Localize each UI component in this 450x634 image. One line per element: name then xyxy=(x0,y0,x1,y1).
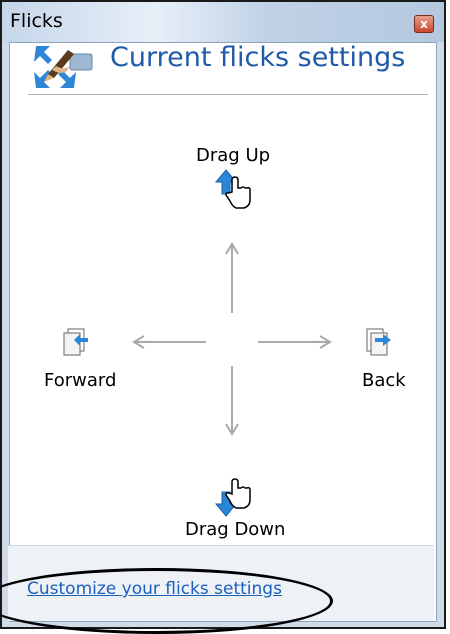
title-bar[interactable]: Flicks x xyxy=(2,2,444,42)
forward-label: Forward xyxy=(44,370,117,391)
customize-flicks-link[interactable]: Customize your flicks settings xyxy=(27,579,282,599)
page-forward-icon xyxy=(63,328,88,356)
page-title: Current flicks settings xyxy=(110,42,406,73)
flick-direction-arrows xyxy=(132,242,332,436)
hand-drag-up-icon xyxy=(214,169,251,209)
window-title: Flicks xyxy=(10,10,63,32)
flicks-pen-arrows-icon xyxy=(34,46,93,88)
hand-drag-down-icon xyxy=(214,478,251,517)
drag-up-label: Drag Up xyxy=(196,145,271,166)
page-back-icon xyxy=(366,328,391,356)
back-label: Back xyxy=(362,370,406,391)
header-divider xyxy=(28,94,428,95)
close-button[interactable]: x xyxy=(414,15,434,33)
drag-down-label: Drag Down xyxy=(185,519,286,540)
